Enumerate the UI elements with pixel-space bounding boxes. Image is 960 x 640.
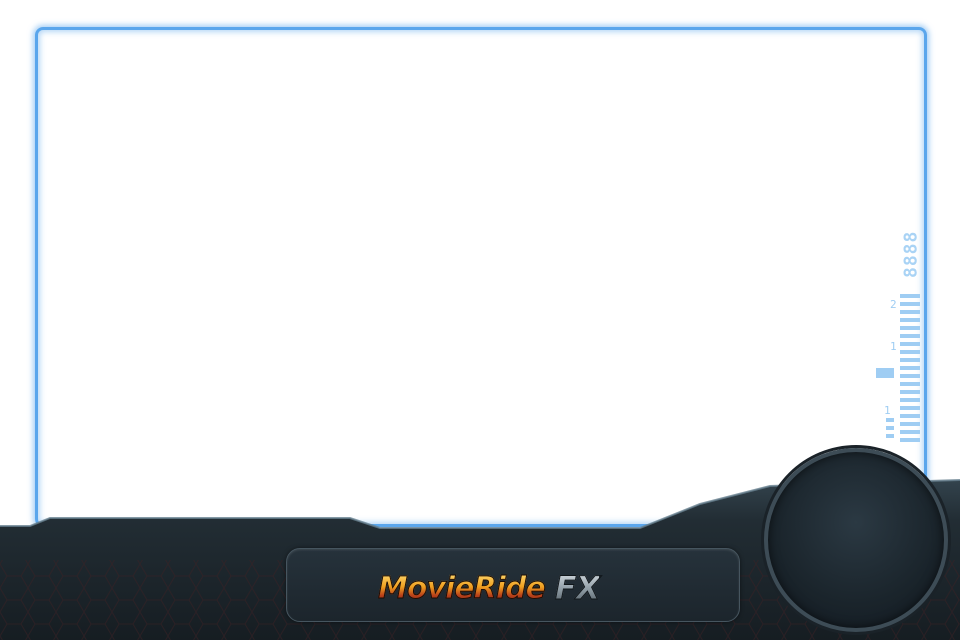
logo-text-fx: FX [554, 569, 601, 608]
movieride-fx-logo: MovieRide FX [378, 568, 658, 608]
record-button[interactable] [764, 448, 948, 632]
logo-text-main: MovieRide [378, 570, 547, 606]
